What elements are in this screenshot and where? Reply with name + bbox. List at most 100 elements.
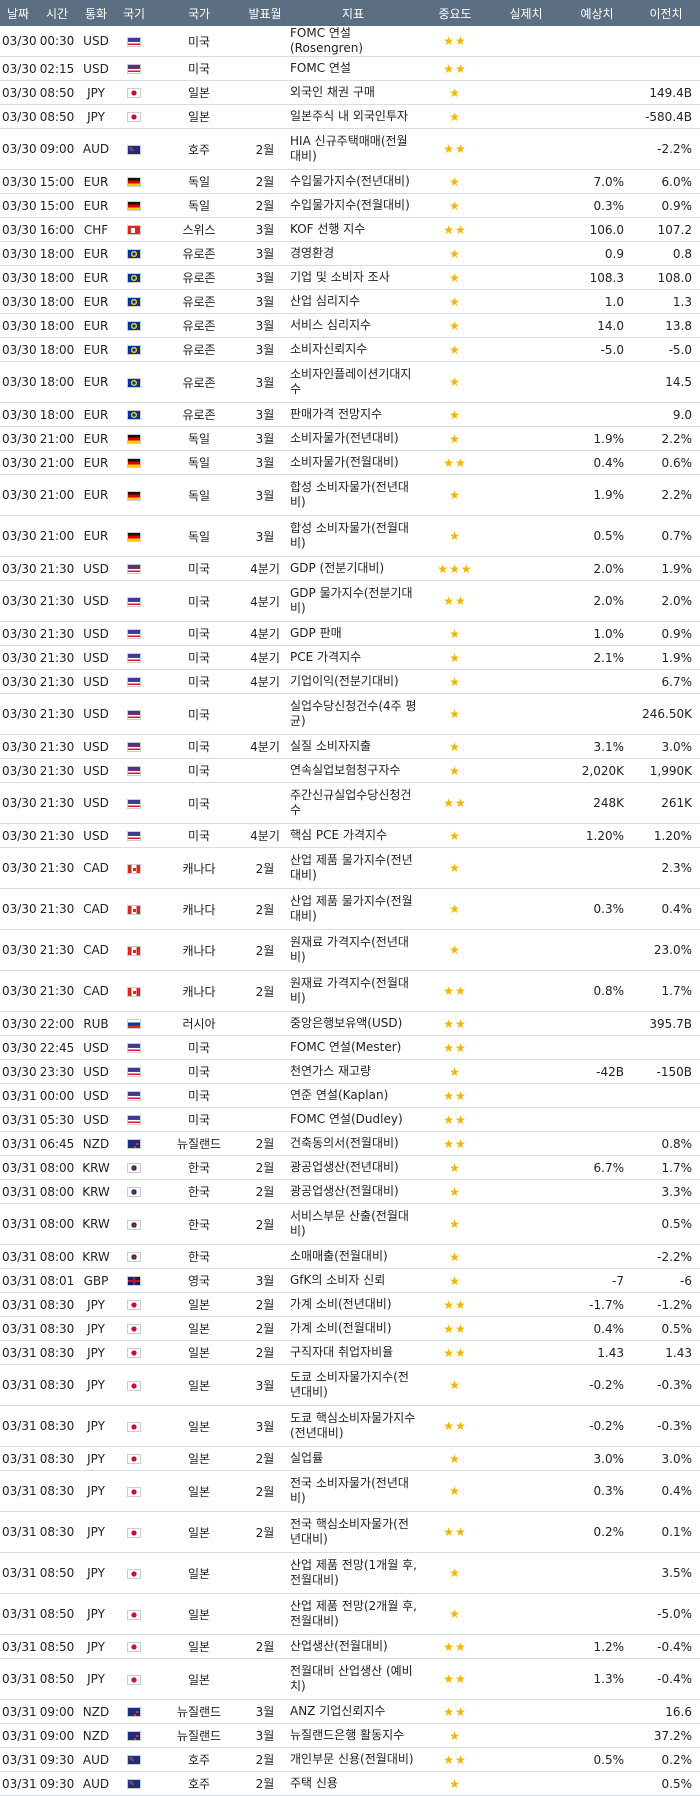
indicator-cell[interactable]: 전월대비 산업생산 (예비치) xyxy=(286,1658,420,1700)
indicator-cell[interactable]: 천연가스 재고량 xyxy=(286,1059,420,1084)
indicator-cell[interactable]: 전국 핵심소비자물가(전년대비) xyxy=(286,1511,420,1553)
table-row[interactable]: 03/31 00:00 USD 미국 연준 연설(Kaplan) ★★ xyxy=(0,1083,700,1108)
table-row[interactable]: 03/30 18:00 EUR 유로존 3월 소비자인플레이션기대지수 ★ 14.5 xyxy=(0,361,700,403)
table-row[interactable]: 03/30 21:30 USD 미국 4분기 GDP 판매 ★ 1.0% 0.9% xyxy=(0,621,700,646)
indicator-cell[interactable]: 뉴질랜드은행 활동지수 xyxy=(286,1723,420,1748)
table-row[interactable]: 03/30 21:30 CAD 캐나다 2월 산업 제품 물가지수(전년대비) ★ 2.3% xyxy=(0,847,700,889)
table-row[interactable]: 03/30 21:30 USD 미국 4분기 실질 소비자지출 ★ 3.1% 3.0% xyxy=(0,734,700,759)
indicator-cell[interactable]: 개인부문 신용(전월대비) xyxy=(286,1747,420,1772)
table-row[interactable]: 03/30 21:30 USD 미국 4분기 GDP (전분기대비) ★★★ 2.0% 1.9% xyxy=(0,556,700,581)
table-row[interactable]: 03/30 21:00 EUR 독일 3월 합성 소비자물가(전월대비) ★ 0.5% 0.7% xyxy=(0,515,700,557)
table-row[interactable]: 03/31 08:30 JPY 일본 2월 전국 소비자물가(전년대비) ★ 0.3% 0.4% xyxy=(0,1470,700,1512)
table-row[interactable]: 03/31 08:30 JPY 일본 2월 실업률 ★ 3.0% 3.0% xyxy=(0,1446,700,1471)
indicator-cell[interactable]: 가계 소비(전월대비) xyxy=(286,1316,420,1341)
header-indicator[interactable]: 지표 xyxy=(286,0,420,26)
header-release-month[interactable]: 발표월 xyxy=(244,0,286,26)
indicator-cell[interactable]: FOMC 연설(Mester) xyxy=(286,1035,420,1060)
table-row[interactable]: 03/30 22:00 RUB 러시아 중앙은행보유액(USD) ★★ 395.7B xyxy=(0,1011,700,1036)
table-row[interactable]: 03/31 08:50 JPY 일본 2월 산업생산(전월대비) ★★ 1.2% -0.4% xyxy=(0,1634,700,1659)
table-row[interactable]: 03/30 18:00 EUR 유로존 3월 소비자신뢰지수 ★ -5.0 -5.0 xyxy=(0,337,700,362)
table-row[interactable]: 03/30 21:30 USD 미국 주간신규실업수당신청건수 ★★ 248K 261K xyxy=(0,782,700,824)
header-currency[interactable]: 통화 xyxy=(78,0,114,26)
indicator-cell[interactable]: 수입물가지수(전년대비) xyxy=(286,169,420,194)
indicator-cell[interactable]: ANZ 기업신뢰지수 xyxy=(286,1699,420,1724)
indicator-cell[interactable]: 소비자신뢰지수 xyxy=(286,337,420,362)
indicator-cell[interactable]: 수입물가지수(전월대비) xyxy=(286,193,420,218)
table-row[interactable]: 03/31 08:30 JPY 일본 3월 도쿄 핵심소비자물가지수(전년대비) ★★ -0.… xyxy=(0,1405,700,1447)
table-row[interactable]: 03/31 08:50 JPY 일본 전월대비 산업생산 (예비치) ★★ 1.3% -0.4… xyxy=(0,1658,700,1700)
indicator-cell[interactable]: 외국인 채권 구매 xyxy=(286,80,420,105)
table-row[interactable]: 03/31 06:45 NZD 뉴질랜드 2월 건축동의서(전월대비) ★★ 0.8% xyxy=(0,1131,700,1156)
header-time[interactable]: 시간 xyxy=(36,0,78,26)
indicator-cell[interactable]: 주택 신용 xyxy=(286,1771,420,1796)
indicator-cell[interactable]: 판매가격 전망지수 xyxy=(286,402,420,427)
indicator-cell[interactable]: 산업 제품 전망(2개월 후, 전월대비) xyxy=(286,1593,420,1635)
table-row[interactable]: 03/30 21:30 USD 미국 실업수당신청건수(4주 평균) ★ 246.50K xyxy=(0,693,700,735)
table-row[interactable]: 03/30 21:30 CAD 캐나다 2월 산업 제품 물가지수(전월대비) ★ 0.3% 0… xyxy=(0,888,700,930)
table-row[interactable]: 03/30 21:30 USD 미국 4분기 핵심 PCE 가격지수 ★ 1.20% 1.20% xyxy=(0,823,700,848)
indicator-cell[interactable]: 합성 소비자물가(전년대비) xyxy=(286,474,420,516)
header-forecast[interactable]: 예상치 xyxy=(562,0,632,26)
table-row[interactable]: 03/30 16:00 CHF 스위스 3월 KOF 선행 지수 ★★ 106.0 107.2 xyxy=(0,217,700,242)
table-row[interactable]: 03/30 21:30 USD 미국 연속실업보험청구자수 ★ 2,020K 1,990K xyxy=(0,758,700,783)
header-actual[interactable]: 실제치 xyxy=(490,0,562,26)
header-previous[interactable]: 이전치 xyxy=(632,0,700,26)
indicator-cell[interactable]: GDP (전분기대비) xyxy=(286,556,420,581)
indicator-cell[interactable]: HIA 신규주택매매(전월대비) xyxy=(286,128,420,170)
indicator-cell[interactable]: 소비자인플레이션기대지수 xyxy=(286,361,420,403)
header-importance[interactable]: 중요도 xyxy=(420,0,490,26)
table-row[interactable]: 03/31 09:00 NZD 뉴질랜드 3월 뉴질랜드은행 활동지수 ★ 37.2% xyxy=(0,1723,700,1748)
indicator-cell[interactable]: 광공업생산(전년대비) xyxy=(286,1155,420,1180)
indicator-cell[interactable]: 산업 심리지수 xyxy=(286,289,420,314)
table-row[interactable]: 03/30 02:15 USD 미국 FOMC 연설 ★★ xyxy=(0,56,700,81)
table-row[interactable]: 03/30 09:00 AUD 호주 2월 HIA 신규주택매매(전월대비) ★★ -2.2% xyxy=(0,128,700,170)
indicator-cell[interactable]: GfK의 소비자 신뢰 xyxy=(286,1268,420,1293)
table-row[interactable]: 03/31 08:30 JPY 일본 2월 가계 소비(전월대비) ★★ 0.4% 0.5% xyxy=(0,1316,700,1341)
table-row[interactable]: 03/30 21:30 USD 미국 4분기 GDP 물가지수(전분기대비) ★★ 2.0% 2… xyxy=(0,580,700,622)
table-row[interactable]: 03/31 08:50 JPY 일본 산업 제품 전망(1개월 후, 전월대비) ★ 3.5… xyxy=(0,1552,700,1594)
indicator-cell[interactable]: GDP 물가지수(전분기대비) xyxy=(286,580,420,622)
table-row[interactable]: 03/30 15:00 EUR 독일 2월 수입물가지수(전월대비) ★ 0.3% 0.9% xyxy=(0,193,700,218)
indicator-cell[interactable]: 전국 소비자물가(전년대비) xyxy=(286,1470,420,1512)
indicator-cell[interactable]: 산업 제품 전망(1개월 후, 전월대비) xyxy=(286,1552,420,1594)
table-row[interactable]: 03/30 18:00 EUR 유로존 3월 판매가격 전망지수 ★ 9.0 xyxy=(0,402,700,427)
indicator-cell[interactable]: 산업 제품 물가지수(전년대비) xyxy=(286,847,420,889)
indicator-cell[interactable]: 소매매출(전월대비) xyxy=(286,1244,420,1269)
indicator-cell[interactable]: FOMC 연설(Dudley) xyxy=(286,1107,420,1132)
table-row[interactable]: 03/31 08:00 KRW 한국 2월 서비스부문 산출(전월대비) ★ 0.5% xyxy=(0,1203,700,1245)
indicator-cell[interactable]: KOF 선행 지수 xyxy=(286,217,420,242)
indicator-cell[interactable]: 서비스 심리지수 xyxy=(286,313,420,338)
table-row[interactable]: 03/30 18:00 EUR 유로존 3월 산업 심리지수 ★ 1.0 1.3 xyxy=(0,289,700,314)
indicator-cell[interactable]: 가계 소비(전년대비) xyxy=(286,1292,420,1317)
table-row[interactable]: 03/31 08:01 GBP 영국 3월 GfK의 소비자 신뢰 ★ -7 -6 xyxy=(0,1268,700,1293)
table-row[interactable]: 03/30 23:30 USD 미국 천연가스 재고량 ★ -42B -150B xyxy=(0,1059,700,1084)
table-row[interactable]: 03/31 08:00 KRW 한국 2월 광공업생산(전월대비) ★ 3.3% xyxy=(0,1179,700,1204)
table-row[interactable]: 03/30 21:00 EUR 독일 3월 소비자물가(전년대비) ★ 1.9% 2.2% xyxy=(0,426,700,451)
indicator-cell[interactable]: 중앙은행보유액(USD) xyxy=(286,1011,420,1036)
indicator-cell[interactable]: 소비자물가(전년대비) xyxy=(286,426,420,451)
indicator-cell[interactable]: 기업이익(전분기대비) xyxy=(286,669,420,694)
indicator-cell[interactable]: 산업생산(전월대비) xyxy=(286,1634,420,1659)
indicator-cell[interactable]: 경영환경 xyxy=(286,241,420,266)
indicator-cell[interactable]: 원재료 가격지수(전월대비) xyxy=(286,970,420,1012)
table-row[interactable]: 03/30 21:30 USD 미국 4분기 PCE 가격지수 ★ 2.1% 1.9% xyxy=(0,645,700,670)
table-row[interactable]: 03/30 21:00 EUR 독일 3월 합성 소비자물가(전년대비) ★ 1.9% 2.2% xyxy=(0,474,700,516)
indicator-cell[interactable]: 서비스부문 산출(전월대비) xyxy=(286,1203,420,1245)
table-row[interactable]: 03/31 08:30 JPY 일본 2월 구직자대 취업자비율 ★★ 1.43 1.43 xyxy=(0,1340,700,1365)
table-row[interactable]: 03/31 08:30 JPY 일본 3월 도쿄 소비자물가지수(전년대비) ★ -0.2% -… xyxy=(0,1364,700,1406)
table-row[interactable]: 03/31 08:00 KRW 한국 소매매출(전월대비) ★ -2.2% xyxy=(0,1244,700,1269)
header-flag[interactable]: 국기 xyxy=(114,0,154,26)
header-date[interactable]: 날짜 xyxy=(0,0,36,26)
indicator-cell[interactable]: 연속실업보험청구자수 xyxy=(286,758,420,783)
indicator-cell[interactable]: 기업 및 소비자 조사 xyxy=(286,265,420,290)
table-row[interactable]: 03/30 08:50 JPY 일본 외국인 채권 구매 ★ 149.4B xyxy=(0,80,700,105)
indicator-cell[interactable]: 광공업생산(전월대비) xyxy=(286,1179,420,1204)
indicator-cell[interactable]: 합성 소비자물가(전월대비) xyxy=(286,515,420,557)
table-row[interactable]: 03/30 18:00 EUR 유로존 3월 기업 및 소비자 조사 ★ 108.3 108.0 xyxy=(0,265,700,290)
indicator-cell[interactable]: PCE 가격지수 xyxy=(286,645,420,670)
indicator-cell[interactable]: 핵심 PCE 가격지수 xyxy=(286,823,420,848)
indicator-cell[interactable]: 일본주식 내 외국인투자 xyxy=(286,104,420,129)
header-country[interactable]: 국가 xyxy=(154,0,244,26)
table-row[interactable]: 03/30 21:30 CAD 캐나다 2월 원재료 가격지수(전년대비) ★ 23.0% xyxy=(0,929,700,971)
indicator-cell[interactable]: GDP 판매 xyxy=(286,621,420,646)
